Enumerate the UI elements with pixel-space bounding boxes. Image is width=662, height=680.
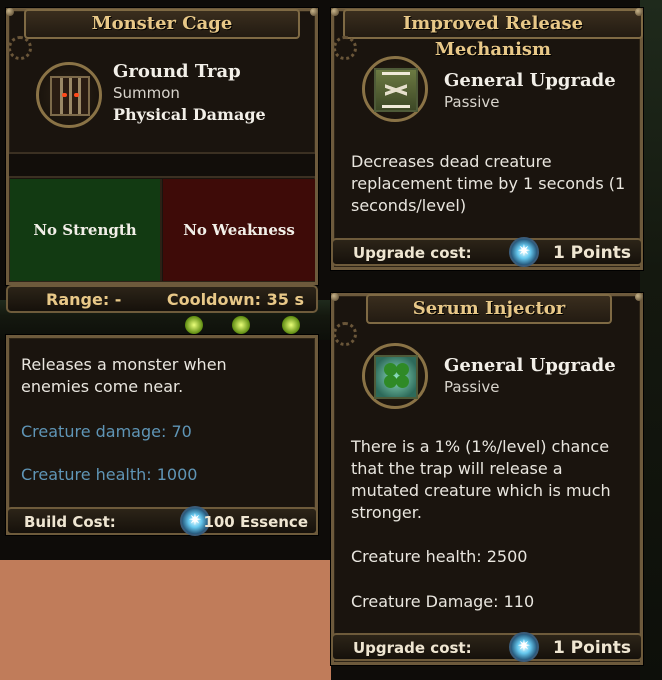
- improved-release-icon-frame: [362, 56, 428, 122]
- weakness-label: No Weakness: [183, 221, 295, 239]
- scenery-orb-2: [232, 316, 250, 334]
- serum-injector-title: Serum Injector: [366, 294, 612, 324]
- serum-injector-upgrade-type: Passive: [444, 378, 500, 396]
- weakness-box: No Weakness: [163, 179, 315, 281]
- build-cost-bar: Build Cost: ✷ 100 Essence: [6, 506, 318, 536]
- serum-injector-cost-label: Upgrade cost:: [353, 639, 472, 657]
- rivet-decoration: [310, 8, 318, 16]
- creature-damage-stat: Creature damage: 70: [21, 422, 192, 441]
- rivet-decoration: [331, 8, 339, 16]
- game-background-right: [640, 0, 662, 680]
- improved-release-cost-bar: Upgrade cost: ✷ 1 Points: [331, 237, 643, 267]
- rivet-decoration: [331, 293, 339, 301]
- gear-decoration-icon: [8, 36, 32, 60]
- build-cost-label: Build Cost:: [24, 513, 116, 531]
- monster-cage-title: Monster Cage: [24, 9, 300, 39]
- damage-type: Physical Damage: [113, 105, 266, 124]
- range-cooldown-bar: Range: - Cooldown: 35 s: [6, 285, 318, 313]
- rivet-decoration: [635, 293, 643, 301]
- upgrade-point-orb-icon: ✷: [509, 237, 539, 267]
- improved-release-description: Decreases dead creature replacement time…: [351, 152, 626, 215]
- range-label: Range: -: [46, 290, 122, 309]
- rivet-decoration: [6, 8, 14, 16]
- trap-name: Ground Trap: [113, 61, 241, 82]
- gear-decoration-icon: [333, 36, 357, 60]
- improved-release-title: Improved Release Mechanism: [343, 9, 643, 60]
- terrain-background: [0, 560, 331, 680]
- build-cost-value: 100 Essence: [203, 513, 308, 531]
- serum-injector-description: There is a 1% (1%/level) chance that the…: [351, 437, 611, 522]
- rivet-decoration: [635, 8, 643, 16]
- improved-release-upgrade-name: General Upgrade: [444, 70, 616, 91]
- cooldown-label: Cooldown: 35 s: [166, 290, 304, 309]
- serum-creature-health: Creature health: 2500: [351, 547, 528, 566]
- scenery-orb-3: [282, 316, 300, 334]
- serum-injector-upgrade-name: General Upgrade: [444, 355, 616, 376]
- serum-injector-cost-value: 1 Points: [552, 638, 631, 658]
- improved-release-cost-label: Upgrade cost:: [353, 244, 472, 262]
- monster-cage-icon-frame: [36, 62, 102, 128]
- cage-icon: [50, 76, 90, 116]
- strength-box: No Strength: [10, 179, 162, 281]
- monster-cage-description: Releases a monster when enemies come nea…: [21, 355, 227, 396]
- scenery-orb-1: [185, 316, 203, 334]
- improved-release-cost-value: 1 Points: [552, 243, 631, 263]
- creature-health-stat: Creature health: 1000: [21, 465, 198, 484]
- serum-injector-icon-frame: [362, 343, 428, 409]
- improved-release-upgrade-type: Passive: [444, 93, 500, 111]
- strength-label: No Strength: [33, 221, 137, 239]
- divider-strip: [9, 152, 315, 178]
- gear-decoration-icon: [333, 322, 357, 346]
- trap-type: Summon: [113, 84, 180, 102]
- serum-injector-cost-bar: Upgrade cost: ✷ 1 Points: [331, 632, 643, 662]
- clover-icon: [374, 355, 418, 399]
- serum-creature-damage: Creature Damage: 110: [351, 592, 535, 611]
- upgrade-point-orb-icon: ✷: [509, 632, 539, 662]
- hourglass-icon: [374, 68, 418, 112]
